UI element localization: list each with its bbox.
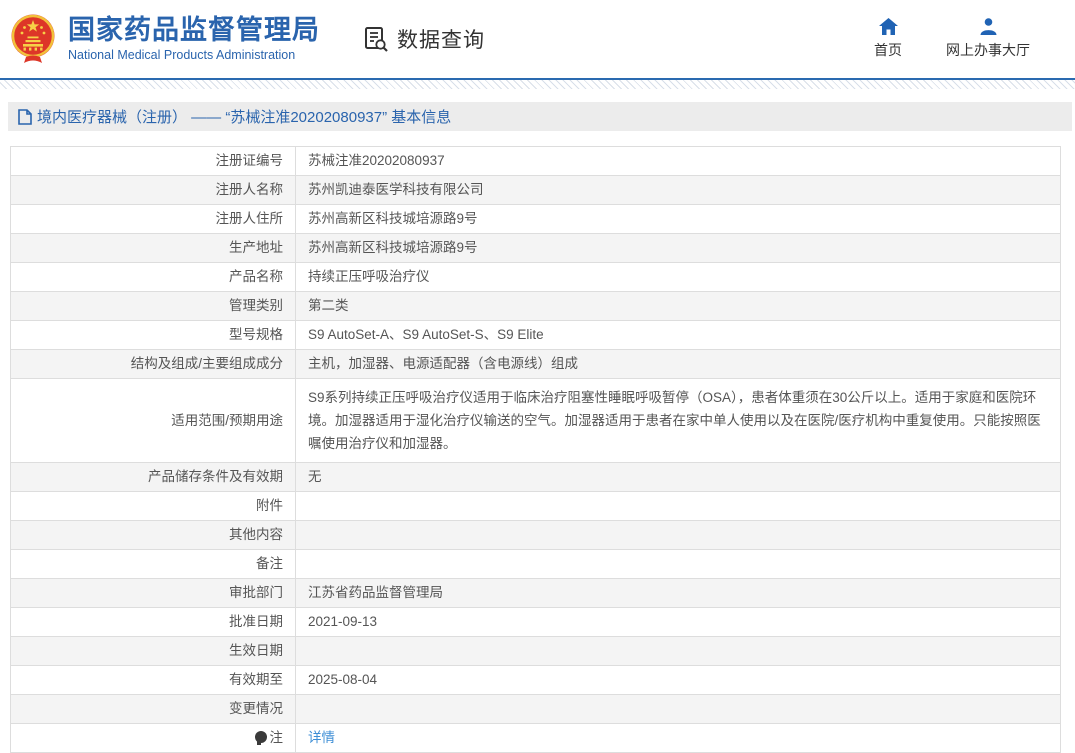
row-value: S9 AutoSet-A、S9 AutoSet-S、S9 Elite <box>296 321 1061 350</box>
nav-home[interactable]: 首页 <box>868 18 908 60</box>
table-row: 适用范围/预期用途S9系列持续正压呼吸治疗仪适用于临床治疗阻塞性睡眠呼吸暂停（O… <box>11 379 1061 463</box>
page-title: 境内医疗器械（注册） —— “苏械注准20202080937” 基本信息 <box>37 106 451 127</box>
table-row: 管理类别第二类 <box>11 292 1061 321</box>
row-label: 附件 <box>11 492 296 521</box>
row-label: 生效日期 <box>11 637 296 666</box>
home-icon <box>879 18 898 35</box>
row-label: 管理类别 <box>11 292 296 321</box>
row-label: 产品名称 <box>11 263 296 292</box>
table-row: 注册人名称苏州凯迪泰医学科技有限公司 <box>11 176 1061 205</box>
row-value: 苏州高新区科技城培源路9号 <box>296 205 1061 234</box>
row-label: 审批部门 <box>11 579 296 608</box>
table-row: 审批部门江苏省药品监督管理局 <box>11 579 1061 608</box>
row-value <box>296 492 1061 521</box>
row-value <box>296 550 1061 579</box>
table-row: 产品名称持续正压呼吸治疗仪 <box>11 263 1061 292</box>
row-value: S9系列持续正压呼吸治疗仪适用于临床治疗阻塞性睡眠呼吸暂停（OSA），患者体重须… <box>296 379 1061 463</box>
row-value <box>296 521 1061 550</box>
document-icon <box>18 109 32 125</box>
site-header: 国家药品监督管理局 National Medical Products Admi… <box>0 0 1075 78</box>
row-value: 苏州凯迪泰医学科技有限公司 <box>296 176 1061 205</box>
row-value: 2021-09-13 <box>296 608 1061 637</box>
nmpa-logo[interactable]: 国家药品监督管理局 National Medical Products Admi… <box>10 13 320 65</box>
hatch-stripe-band <box>0 80 1075 89</box>
org-name-zh: 国家药品监督管理局 <box>68 16 320 46</box>
row-label: 生产地址 <box>11 234 296 263</box>
person-icon <box>980 18 997 35</box>
data-query-label: 数据查询 <box>397 24 485 54</box>
row-value <box>296 695 1061 724</box>
table-row: 型号规格S9 AutoSet-A、S9 AutoSet-S、S9 Elite <box>11 321 1061 350</box>
table-row: 批准日期2021-09-13 <box>11 608 1061 637</box>
table-row: 附件 <box>11 492 1061 521</box>
row-label: 注册证编号 <box>11 147 296 176</box>
data-query-icon <box>362 25 390 53</box>
table-row: 注册人住所苏州高新区科技城培源路9号 <box>11 205 1061 234</box>
row-value: 主机，加湿器、电源适配器（含电源线）组成 <box>296 350 1061 379</box>
table-row: 生产地址苏州高新区科技城培源路9号 <box>11 234 1061 263</box>
row-label: 批准日期 <box>11 608 296 637</box>
table-row: 生效日期 <box>11 637 1061 666</box>
national-emblem-icon <box>10 13 56 65</box>
org-names: 国家药品监督管理局 National Medical Products Admi… <box>68 16 320 62</box>
row-label: 产品储存条件及有效期 <box>11 463 296 492</box>
note-bulb-icon <box>255 731 267 743</box>
table-row: 注册证编号苏械注准20202080937 <box>11 147 1061 176</box>
row-label: 型号规格 <box>11 321 296 350</box>
row-label: 有效期至 <box>11 666 296 695</box>
row-label: 结构及组成/主要组成成分 <box>11 350 296 379</box>
breadcrumb: 境内医疗器械（注册） —— “苏械注准20202080937” 基本信息 <box>8 102 1072 131</box>
row-value: 第二类 <box>296 292 1061 321</box>
table-row: 产品储存条件及有效期无 <box>11 463 1061 492</box>
table-row: 备注 <box>11 550 1061 579</box>
table-row: 结构及组成/主要组成成分主机，加湿器、电源适配器（含电源线）组成 <box>11 350 1061 379</box>
row-value: 持续正压呼吸治疗仪 <box>296 263 1061 292</box>
row-value: 无 <box>296 463 1061 492</box>
nav-service-hall[interactable]: 网上办事大厅 <box>946 18 1030 60</box>
row-label: 其他内容 <box>11 521 296 550</box>
row-label: 注册人名称 <box>11 176 296 205</box>
table-row: 变更情况 <box>11 695 1061 724</box>
table-row: 有效期至2025-08-04 <box>11 666 1061 695</box>
row-value: 2025-08-04 <box>296 666 1061 695</box>
data-query-tab[interactable]: 数据查询 <box>362 24 485 54</box>
details-link[interactable]: 详情 <box>308 730 335 745</box>
table-row: 其他内容 <box>11 521 1061 550</box>
nav-service-hall-label: 网上办事大厅 <box>946 40 1030 60</box>
row-value: 苏州高新区科技城培源路9号 <box>296 234 1061 263</box>
row-value <box>296 637 1061 666</box>
table-row: 注详情 <box>11 724 1061 753</box>
row-label: 变更情况 <box>11 695 296 724</box>
row-value: 苏械注准20202080937 <box>296 147 1061 176</box>
top-nav: 首页 网上办事大厅 <box>868 18 1030 60</box>
row-label: 注 <box>11 724 296 753</box>
org-name-en: National Medical Products Administration <box>68 48 320 62</box>
nav-home-label: 首页 <box>874 40 902 60</box>
row-value: 江苏省药品监督管理局 <box>296 579 1061 608</box>
registration-info-table: 注册证编号苏械注准20202080937注册人名称苏州凯迪泰医学科技有限公司注册… <box>10 146 1061 753</box>
row-label: 适用范围/预期用途 <box>11 379 296 463</box>
row-label: 注册人住所 <box>11 205 296 234</box>
row-label: 备注 <box>11 550 296 579</box>
row-value: 详情 <box>296 724 1061 753</box>
